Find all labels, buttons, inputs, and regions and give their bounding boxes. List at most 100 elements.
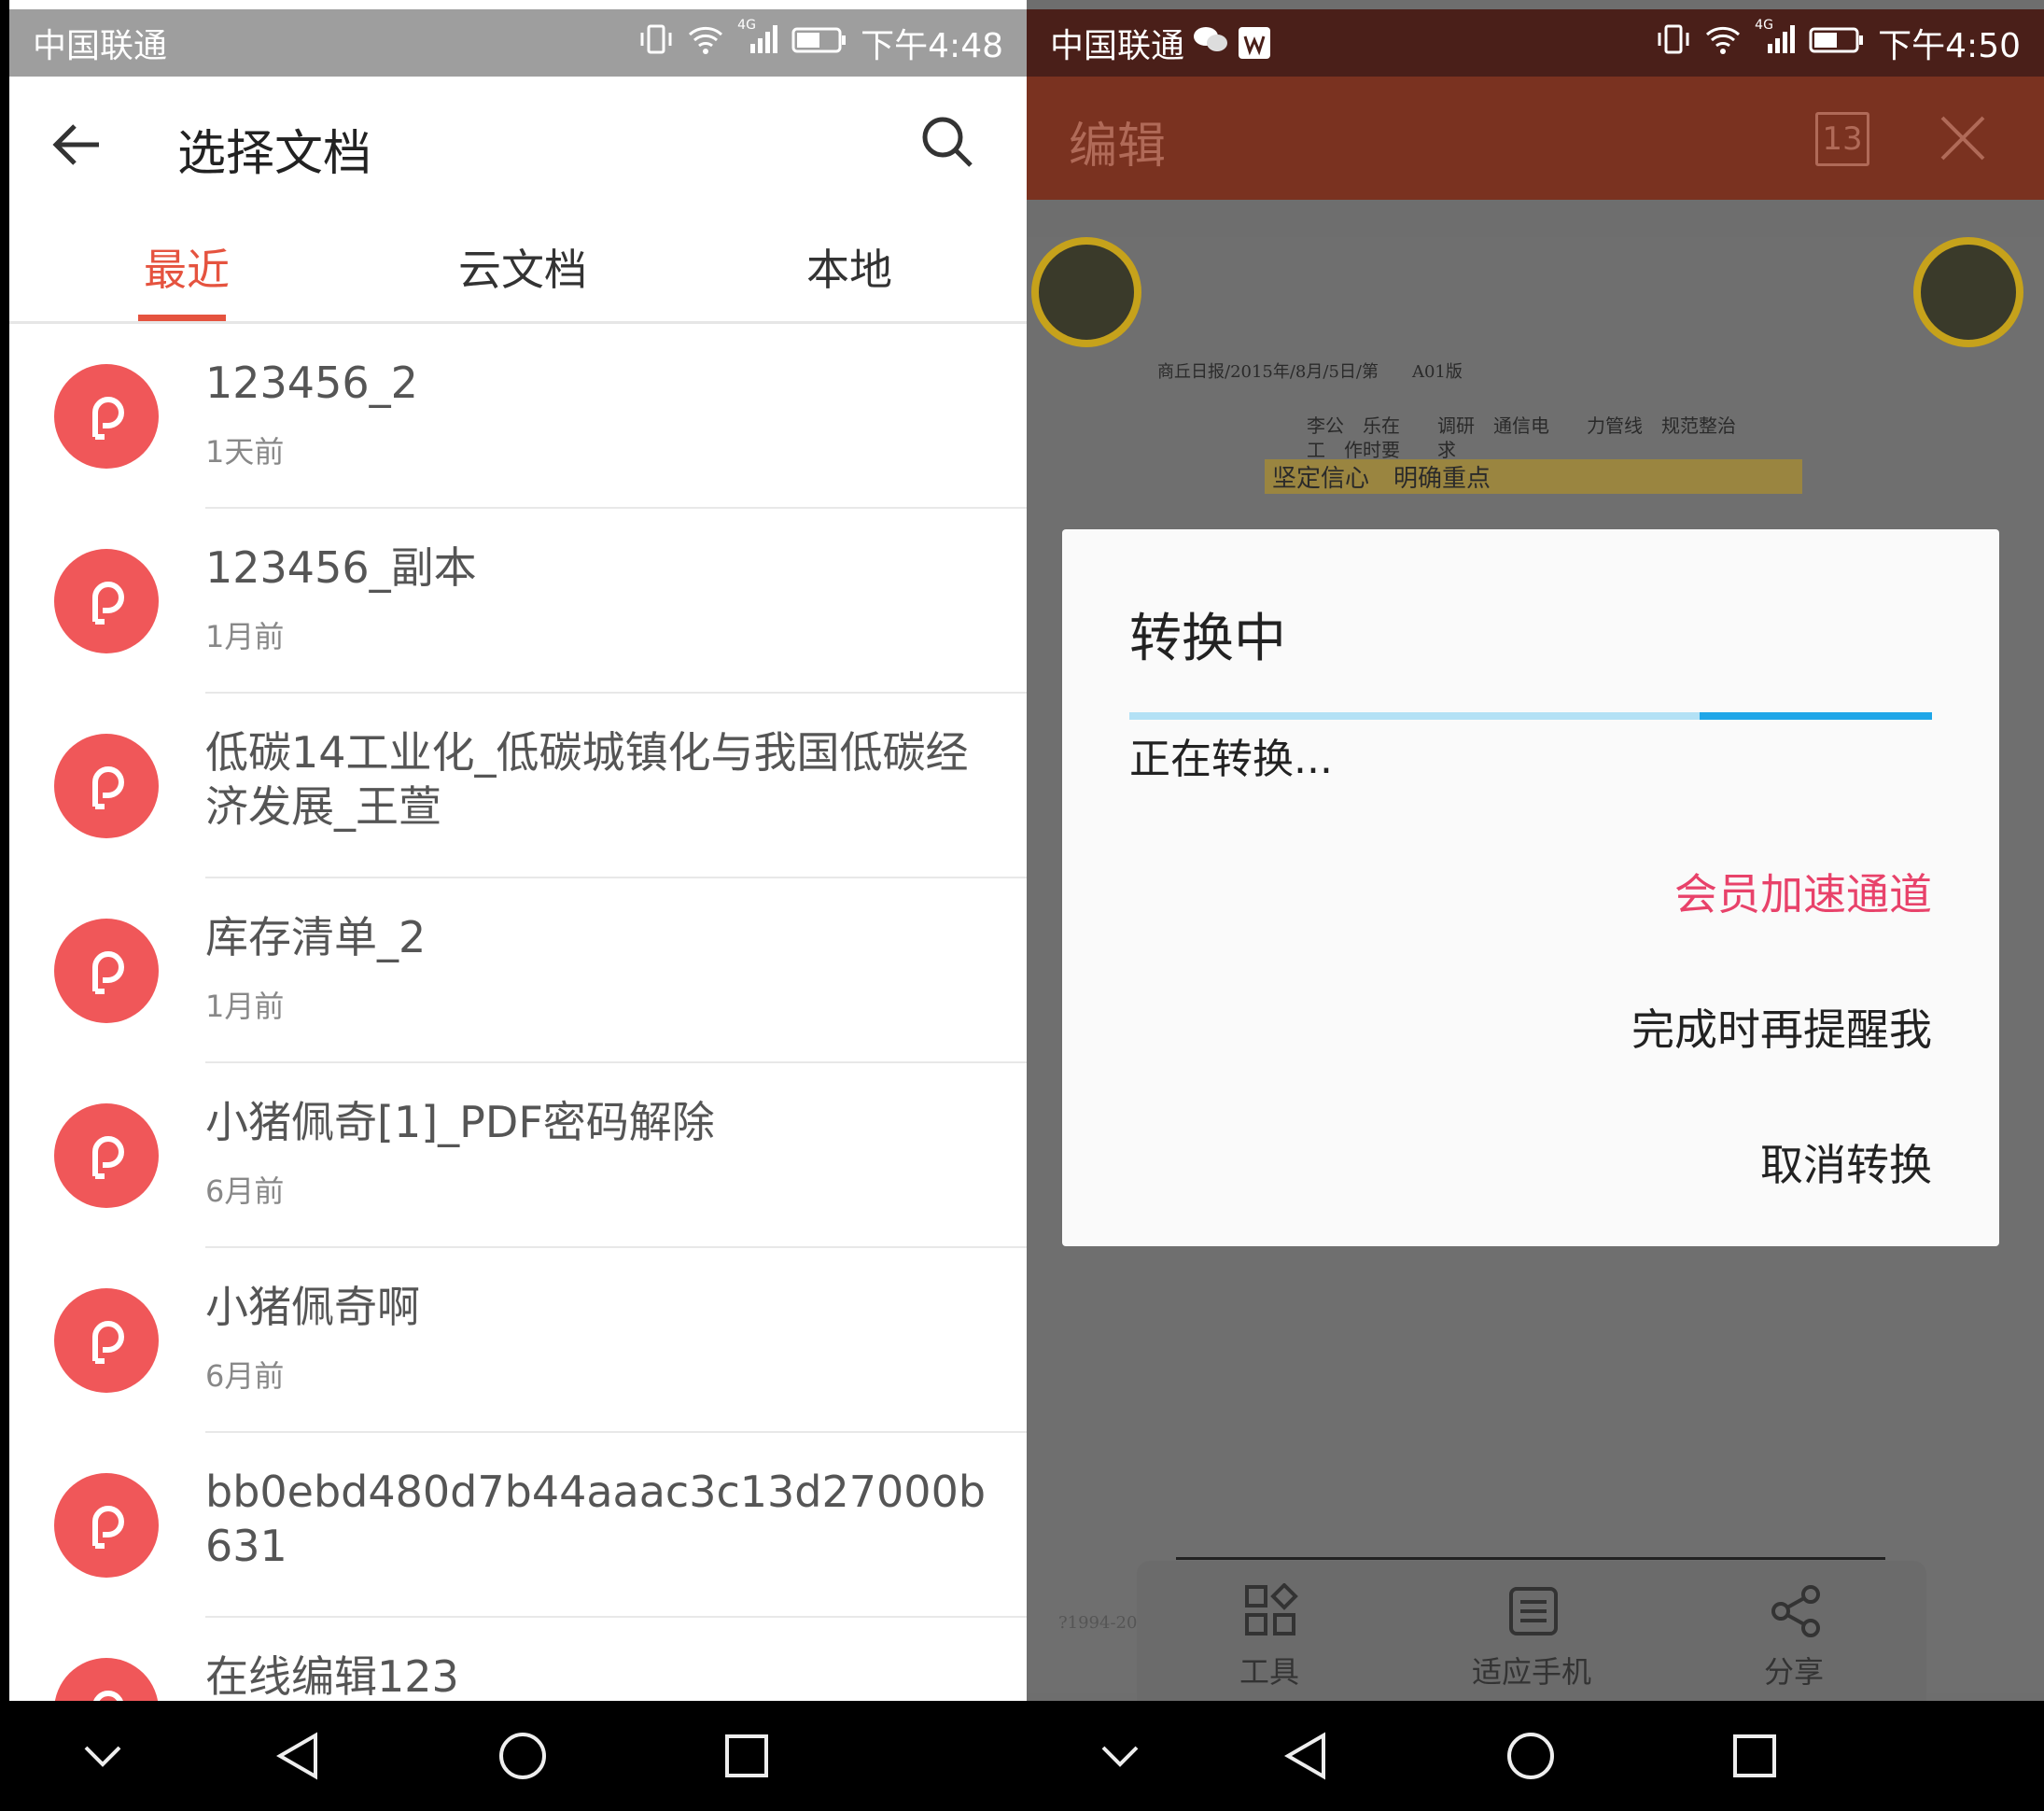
page-count-button[interactable]: 13 (1815, 112, 1869, 166)
nav-home-button[interactable] (1475, 1701, 1587, 1811)
doc-meta: 商丘日报/2015年/8月/5日/第 A01版 (1157, 362, 1463, 382)
toolbar-line (1176, 1557, 1885, 1560)
close-icon (1940, 116, 1985, 161)
right-screen: 中国联通 4G 下午4:50 编辑 13 商丘日报/2015年/8月/5日/第 … (1027, 0, 2044, 1811)
nav-collapse-button[interactable] (47, 1701, 159, 1811)
share-icon (1771, 1585, 1820, 1637)
tab-local[interactable]: 本地 (756, 212, 943, 321)
file-name: 123456_副本 (205, 542, 477, 593)
file-time: 6月前 (205, 1358, 285, 1394)
grid-tools-icon (1245, 1583, 1298, 1636)
carrier-label: 中国联通 (1050, 27, 1185, 65)
editor-title: 编辑 (1069, 119, 1167, 175)
file-name: 小猪佩奇[1]_PDF密码解除 (205, 1097, 715, 1147)
convert-dialog: 转换中 正在转换... 会员加速通道 完成时再提醒我 取消转换 (1062, 529, 1999, 1246)
watermark-seal-icon (1913, 237, 2023, 347)
nav-home-button[interactable] (467, 1701, 579, 1811)
share-button[interactable]: 分享 (1701, 1561, 1887, 1701)
file-row[interactable]: 库存清单_2 1月前 (9, 878, 1027, 1063)
vibrate-icon (1656, 23, 1691, 63)
back-button[interactable] (47, 112, 121, 177)
network-type: 4G (737, 17, 756, 33)
fit-phone-button[interactable]: 适应手机 (1438, 1561, 1625, 1701)
file-name: 123456_2 (205, 358, 418, 408)
nav-collapse-button[interactable] (1064, 1701, 1176, 1811)
file-row[interactable]: bb0ebd480d7b44aaac3c13d27000b631 (9, 1433, 1027, 1618)
network-type: 4G (1755, 17, 1773, 33)
tools-button[interactable]: 工具 (1176, 1561, 1363, 1701)
tab-recent[interactable]: 最近 (93, 212, 280, 321)
tab-bar: 最近 云文档 本地 (9, 212, 1027, 324)
file-row[interactable]: 小猪佩奇啊 6月前 (9, 1248, 1027, 1433)
tab-local-label: 本地 (806, 244, 892, 295)
nav-bar (1027, 1701, 2044, 1811)
file-name: bb0ebd480d7b44aaac3c13d27000b631 (205, 1467, 987, 1571)
file-row[interactable]: 低碳14工业化_低碳城镇化与我国低碳经济发展_王萱 (9, 694, 1027, 878)
nav-bar (9, 1701, 1027, 1811)
fit-phone-label: 适应手机 (1471, 1654, 1591, 1690)
battery-icon (1809, 24, 1865, 63)
tab-cloud-docs[interactable]: 云文档 (420, 212, 625, 321)
pdf-file-icon (54, 1473, 159, 1578)
close-button[interactable] (1937, 112, 1989, 164)
battery-icon (791, 24, 847, 63)
file-name: 在线编辑123 (205, 1651, 459, 1701)
wechat-icon (1192, 23, 1229, 63)
vip-speed-button[interactable]: 会员加速通道 (1674, 861, 1932, 922)
doc-line: 工 作时要 求 (1307, 439, 1456, 461)
circle-home-icon (1507, 1733, 1554, 1779)
pdf-file-icon (54, 1288, 159, 1393)
remind-me-button[interactable]: 完成时再提醒我 (1631, 996, 1932, 1058)
app-header: 选择文档 (9, 77, 1027, 212)
status-bar: 中国联通 4G 下午4:48 (9, 9, 1027, 77)
status-bar: 中国联通 4G 下午4:50 (1027, 9, 2044, 77)
square-recents-icon (725, 1734, 768, 1777)
watermark-seal-icon (1031, 237, 1141, 347)
doc-highlight: 坚定信心 明确重点 (1265, 459, 1802, 494)
file-time: 1天前 (205, 434, 285, 470)
nav-recents-button[interactable] (1699, 1701, 1811, 1811)
pdf-file-icon (54, 919, 159, 1023)
file-row[interactable]: 123456_副本 1月前 (9, 509, 1027, 694)
file-row[interactable]: 在线编辑123 (9, 1618, 1027, 1701)
pdf-file-icon (54, 1103, 159, 1208)
nav-back-button[interactable] (1251, 1701, 1363, 1811)
clock: 下午4:50 (1878, 27, 2021, 65)
page-title: 选择文档 (177, 126, 372, 182)
search-button[interactable] (919, 114, 985, 179)
dialog-title: 转换中 (1129, 609, 1286, 669)
signal-icon: 4G (737, 18, 778, 63)
nav-back-button[interactable] (243, 1701, 355, 1811)
circle-home-icon (499, 1733, 546, 1779)
square-recents-icon (1733, 1734, 1776, 1777)
file-row[interactable]: 小猪佩奇[1]_PDF密码解除 6月前 (9, 1063, 1027, 1248)
pdf-file-icon (54, 734, 159, 838)
tools-label: 工具 (1239, 1654, 1299, 1690)
file-list: 123456_2 1天前 123456_副本 1月前 低碳14工业化_低碳城镇化… (9, 324, 1027, 1701)
cancel-convert-button[interactable]: 取消转换 (1760, 1131, 1932, 1193)
vibrate-icon (638, 23, 674, 63)
file-time: 1月前 (205, 989, 285, 1024)
signal-icon: 4G (1755, 18, 1796, 63)
back-arrow-icon (52, 124, 99, 165)
share-label: 分享 (1763, 1654, 1824, 1690)
tab-cloud-label: 云文档 (458, 244, 587, 295)
nav-recents-button[interactable] (691, 1701, 803, 1811)
file-name: 低碳14工业化_低碳城镇化与我国低碳经济发展_王萱 (205, 727, 969, 832)
page-count: 13 (1822, 120, 1863, 158)
wifi-icon (1704, 23, 1742, 63)
wps-app-icon (1239, 27, 1271, 59)
file-name: 小猪佩奇啊 (205, 1282, 420, 1332)
editor-header: 编辑 13 (1027, 77, 2044, 200)
progress-bar (1129, 712, 1932, 720)
dialog-message: 正在转换... (1129, 736, 1333, 783)
wifi-icon (687, 23, 724, 63)
file-row[interactable]: 123456_2 1天前 (9, 324, 1027, 509)
pdf-file-icon (54, 364, 159, 469)
tab-indicator (138, 315, 226, 321)
tab-recent-label: 最近 (144, 244, 230, 295)
search-icon (922, 117, 973, 167)
bottom-toolbar: 工具 适应手机 分享 (1137, 1557, 1926, 1701)
clock: 下午4:48 (861, 27, 1003, 65)
progress-fill (1699, 712, 1932, 720)
